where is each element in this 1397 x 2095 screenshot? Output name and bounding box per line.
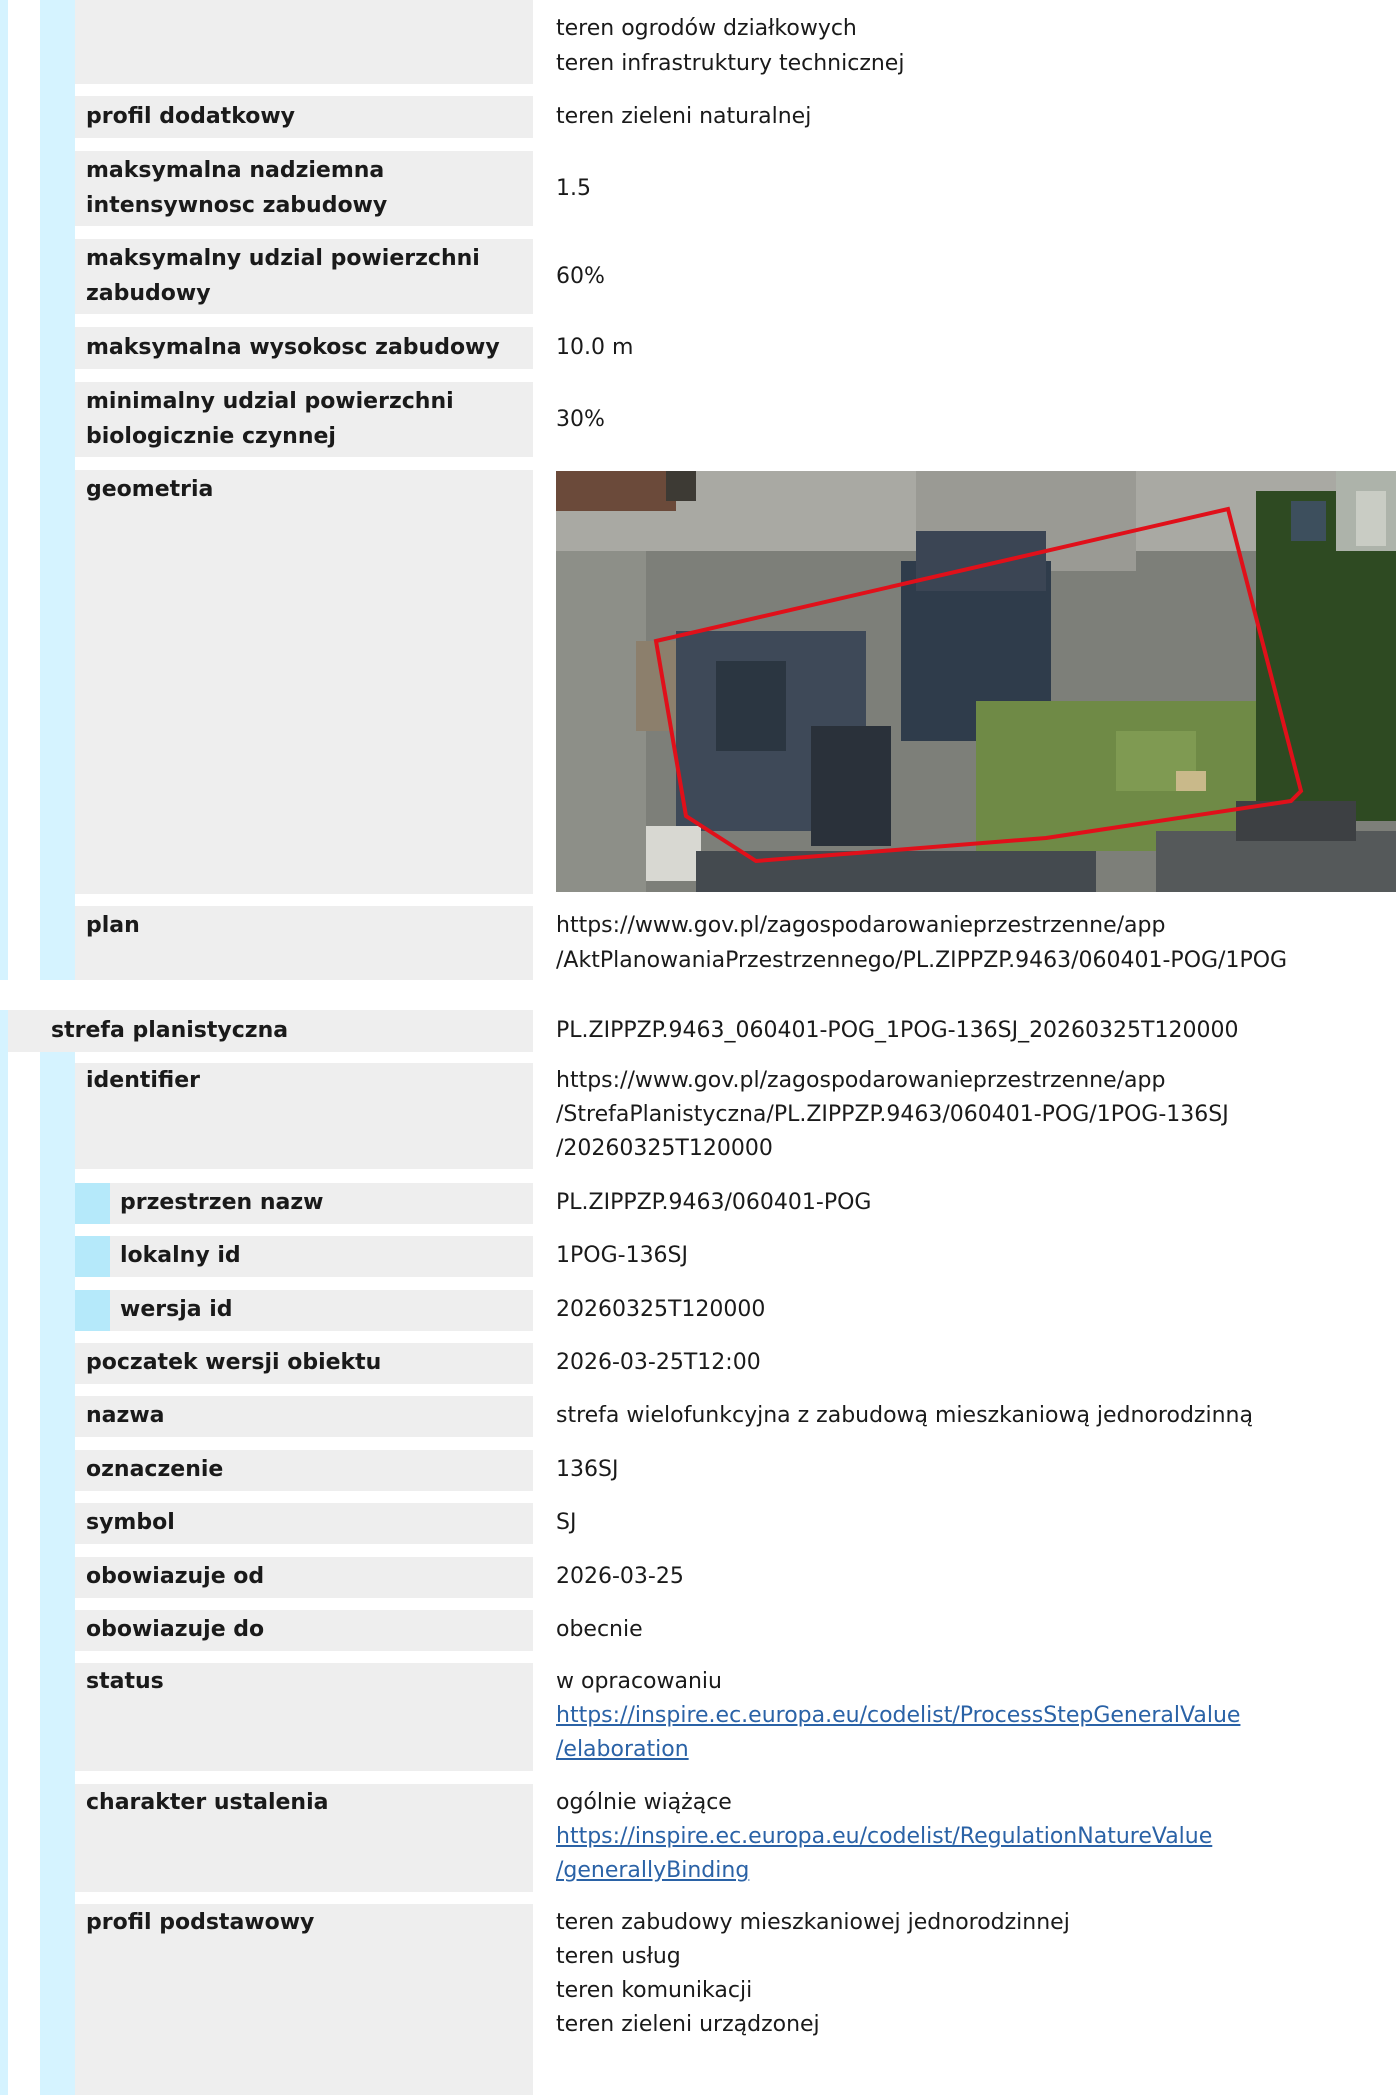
row-oznaczenie: oznaczenie 136SJ	[0, 1450, 1397, 1491]
row-label: plan	[86, 913, 140, 938]
value-line: teren ogrodów działkowych	[556, 16, 857, 41]
row-label: wersja id	[120, 1297, 233, 1322]
row-value: obecnie	[556, 1617, 643, 1642]
row-label: nazwa	[86, 1403, 165, 1428]
profile-value: teren usług	[556, 1944, 681, 1969]
row-przestrzen-nazw: przestrzen nazw PL.ZIPPZP.9463/060401-PO…	[0, 1183, 1397, 1224]
row-value: strefa wielofunkcyjna z zabudową mieszka…	[556, 1403, 1253, 1428]
label-cell	[75, 470, 533, 894]
row-profil-dodatkowy: profil dodatkowy teren zieleni naturalne…	[0, 96, 1397, 138]
row-label: profil dodatkowy	[86, 104, 296, 129]
row-identifier: identifier https://www.gov.pl/zagospodar…	[0, 1063, 1397, 1169]
row-label: maksymalny udzial powierzchni	[86, 246, 480, 271]
row-label: status	[86, 1669, 164, 1694]
row-value: 10.0 m	[556, 335, 634, 360]
profile-value: teren zieleni urządzonej	[556, 2012, 820, 2037]
row-profil-podstawowy: profil podstawowy teren zabudowy mieszka…	[0, 1904, 1397, 2095]
charakter-link-line[interactable]: /generallyBinding	[556, 1858, 749, 1883]
row-label: charakter ustalenia	[86, 1790, 329, 1815]
profile-value: teren zabudowy mieszkaniowej jednorodzin…	[556, 1910, 1070, 1935]
row-value: PL.ZIPPZP.9463/060401-POG	[556, 1190, 872, 1215]
row-symbol: symbol SJ	[0, 1503, 1397, 1544]
value-line: teren infrastruktury technicznej	[556, 51, 905, 76]
row-udzial-zabudowy: maksymalny udzial powierzchni zabudowy 6…	[0, 239, 1397, 314]
row-label: przestrzen nazw	[120, 1190, 324, 1215]
row-label: intensywnosc zabudowy	[86, 193, 388, 218]
row-wysokosc: maksymalna wysokosc zabudowy 10.0 m	[0, 327, 1397, 369]
row-value: teren zieleni naturalnej	[556, 104, 812, 129]
row-value: 60%	[556, 264, 605, 289]
plan-url-line: https://www.gov.pl/zagospodarowanieprzes…	[556, 913, 1166, 938]
row-label: oznaczenie	[86, 1457, 224, 1482]
row-intensywnosc: maksymalna nadziemna intensywnosc zabudo…	[0, 151, 1397, 226]
row-value: PL.ZIPPZP.9463_060401-POG_1POG-136SJ_202…	[556, 1018, 1239, 1043]
row-plan: plan https://www.gov.pl/zagospodarowanie…	[0, 906, 1397, 980]
row-obowiazuje-do: obowiazuje do obecnie	[0, 1610, 1397, 1651]
indent-bar-level2	[75, 1290, 110, 1331]
status-link[interactable]: /elaboration	[556, 1733, 689, 1767]
charakter-link[interactable]: https://inspire.ec.europa.eu/codelist/Re…	[556, 1820, 1212, 1854]
profile-value: teren komunikacji	[556, 1978, 753, 2003]
row-label: maksymalna nadziemna	[86, 158, 385, 183]
row-label: geometria	[86, 477, 214, 502]
row-label: obowiazuje do	[86, 1617, 265, 1642]
indent-bar-level2	[75, 1183, 110, 1224]
row-value: SJ	[556, 1510, 577, 1535]
label-cell	[75, 906, 533, 980]
row-label: poczatek wersji obiektu	[86, 1350, 382, 1375]
row-label: profil podstawowy	[86, 1910, 315, 1935]
identifier-url-line: /20260325T120000	[556, 1136, 773, 1161]
row-label: minimalny udzial powierzchni	[86, 389, 454, 414]
status-link[interactable]: https://inspire.ec.europa.eu/codelist/Pr…	[556, 1699, 1240, 1733]
row-obowiazuje-od: obowiazuje od 2026-03-25	[0, 1557, 1397, 1598]
status-link-line[interactable]: https://inspire.ec.europa.eu/codelist/Pr…	[556, 1703, 1240, 1728]
row-biologicznie-czynnej: minimalny udzial powierzchni biologiczni…	[0, 382, 1397, 457]
identifier-url-line: /StrefaPlanistyczna/PL.ZIPPZP.9463/06040…	[556, 1102, 1229, 1127]
geometry-map-image	[556, 471, 1396, 892]
label-cell	[75, 0, 533, 84]
charakter-link-line[interactable]: https://inspire.ec.europa.eu/codelist/Re…	[556, 1824, 1212, 1849]
status-value: w opracowaniu	[556, 1669, 722, 1694]
row-status: status w opracowaniu https://inspire.ec.…	[0, 1663, 1397, 1771]
row-value: 2026-03-25T12:00	[556, 1350, 761, 1375]
row-value: 30%	[556, 407, 605, 432]
plan-url-line: /AktPlanowaniaPrzestrzennego/PL.ZIPPZP.9…	[556, 948, 1288, 973]
row-wersja-id: wersja id 20260325T120000	[0, 1290, 1397, 1331]
row-charakter-ustalenia: charakter ustalenia ogólnie wiążące http…	[0, 1784, 1397, 1892]
row-poczatek-wersji: poczatek wersji obiektu 2026-03-25T12:00	[0, 1343, 1397, 1384]
row-label: symbol	[86, 1510, 175, 1535]
row-label: obowiazuje od	[86, 1564, 265, 1589]
status-link-line[interactable]: /elaboration	[556, 1737, 689, 1762]
row-label: lokalny id	[120, 1243, 241, 1268]
row-value: 20260325T120000	[556, 1297, 766, 1322]
row-strefa-planistyczna: strefa planistyczna PL.ZIPPZP.9463_06040…	[0, 1010, 1397, 1052]
identifier-url-line: https://www.gov.pl/zagospodarowanieprzes…	[556, 1068, 1166, 1093]
continued-profile-row: teren ogrodów działkowych teren infrastr…	[0, 0, 1397, 84]
indent-bar-level2	[75, 1236, 110, 1277]
row-lokalny-id: lokalny id 1POG-136SJ	[0, 1236, 1397, 1277]
row-label: zabudowy	[86, 281, 211, 306]
row-nazwa: nazwa strefa wielofunkcyjna z zabudową m…	[0, 1396, 1397, 1437]
row-label: identifier	[86, 1068, 201, 1093]
row-label: biologicznie czynnej	[86, 424, 336, 449]
section-title: strefa planistyczna	[51, 1018, 289, 1043]
row-value: 2026-03-25	[556, 1564, 684, 1589]
row-label: maksymalna wysokosc zabudowy	[86, 335, 500, 360]
row-value: 1.5	[556, 176, 591, 201]
row-value: 136SJ	[556, 1457, 619, 1482]
charakter-link[interactable]: /generallyBinding	[556, 1854, 749, 1888]
row-value: 1POG-136SJ	[556, 1243, 689, 1268]
charakter-value: ogólnie wiążące	[556, 1790, 732, 1815]
